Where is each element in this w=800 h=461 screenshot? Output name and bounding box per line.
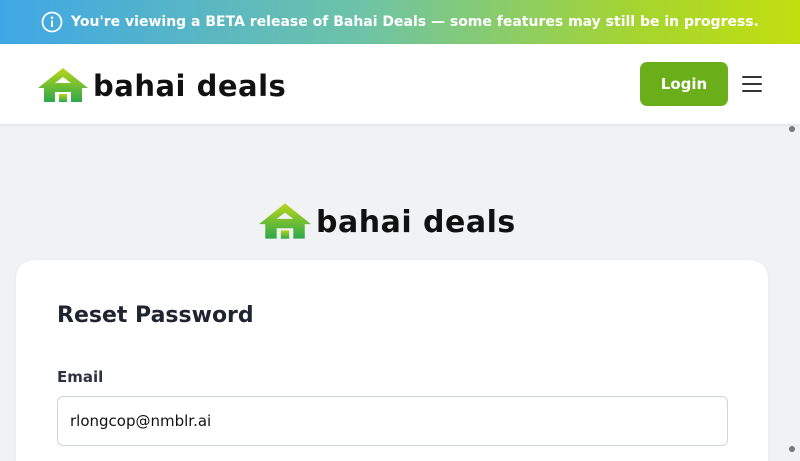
- reset-password-card: Reset Password Email: [16, 260, 768, 461]
- page-logo: bahai deals: [259, 203, 516, 239]
- email-field[interactable]: [57, 396, 728, 446]
- site-header: bahai deals Login: [0, 44, 800, 124]
- scroll-down-arrow[interactable]: [789, 446, 795, 452]
- page-title: Reset Password: [57, 303, 254, 328]
- menu-bar: [742, 83, 762, 85]
- info-icon: [41, 11, 63, 33]
- hamburger-menu-icon[interactable]: [740, 74, 764, 94]
- house-logo-icon: [259, 203, 311, 239]
- menu-bar: [742, 90, 762, 92]
- house-logo-icon: [38, 68, 88, 102]
- beta-banner: You're viewing a BETA release of Bahai D…: [0, 0, 800, 44]
- header-logo-text: bahai deals: [93, 69, 287, 103]
- page-scrollbar[interactable]: [784, 124, 800, 461]
- header-logo[interactable]: bahai deals: [38, 68, 286, 102]
- beta-banner-text: You're viewing a BETA release of Bahai D…: [71, 14, 759, 30]
- menu-bar: [742, 76, 762, 78]
- email-label: Email: [57, 368, 104, 386]
- scroll-up-arrow[interactable]: [789, 126, 795, 132]
- page-logo-text: bahai deals: [316, 205, 516, 240]
- login-button[interactable]: Login: [640, 62, 728, 106]
